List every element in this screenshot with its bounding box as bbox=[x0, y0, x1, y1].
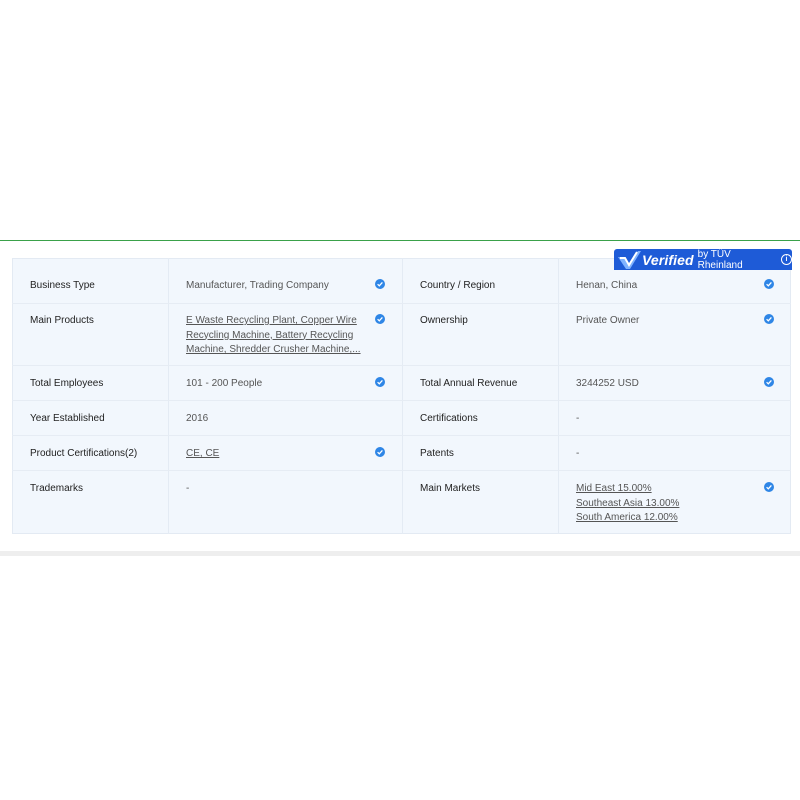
total-annual-revenue-label: Total Annual Revenue bbox=[420, 378, 518, 389]
verified-check-icon bbox=[764, 314, 774, 324]
verified-check-icon bbox=[375, 279, 385, 289]
table-row bbox=[12, 401, 791, 436]
main-products-link[interactable]: Machine, Shredder Crusher Machine,... bbox=[186, 343, 361, 358]
certifications-value: - bbox=[576, 413, 580, 424]
product-certifications-label: Product Certifications(2) bbox=[30, 448, 138, 459]
table-row bbox=[12, 304, 791, 366]
ownership-value: Private Owner bbox=[576, 315, 640, 326]
verified-check-icon bbox=[764, 482, 774, 492]
business-type-label: Business Type bbox=[30, 280, 95, 291]
main-markets-value: Mid East 15.00% Southeast Asia 13.00% So… bbox=[576, 482, 679, 526]
tuv-rheinland-text: by TÜV Rheinland bbox=[697, 248, 743, 271]
market-link[interactable]: Mid East 15.00% bbox=[576, 482, 679, 497]
market-link[interactable]: South America 12.00% bbox=[576, 511, 679, 526]
verified-check-icon bbox=[375, 447, 385, 457]
verified-text: Verified bbox=[642, 251, 694, 268]
country-region-value: Henan, China bbox=[576, 280, 638, 291]
ownership-label: Ownership bbox=[420, 315, 468, 326]
verified-check-icon bbox=[764, 279, 774, 289]
main-products-link[interactable]: Recycling Machine, Battery Recycling bbox=[186, 329, 361, 344]
patents-value: - bbox=[576, 448, 580, 459]
verified-check-mark-icon bbox=[618, 251, 641, 269]
main-products-label: Main Products bbox=[30, 315, 94, 326]
verified-check-icon bbox=[764, 377, 774, 387]
main-products-value: E Waste Recycling Plant, Copper Wire Rec… bbox=[186, 314, 361, 358]
certifications-label: Certifications bbox=[420, 413, 478, 424]
section-bottom-divider bbox=[0, 551, 800, 556]
business-type-value: Manufacturer, Trading Company bbox=[186, 280, 329, 291]
market-link[interactable]: Southeast Asia 13.00% bbox=[576, 497, 679, 512]
country-region-label: Country / Region bbox=[420, 280, 496, 291]
trademarks-label: Trademarks bbox=[30, 483, 83, 494]
year-established-label: Year Established bbox=[30, 413, 105, 424]
info-icon[interactable]: i bbox=[781, 254, 792, 265]
patents-label: Patents bbox=[420, 448, 454, 459]
trademarks-value: - bbox=[186, 483, 190, 494]
verified-by-tuv-badge[interactable]: Verified by TÜV Rheinland i bbox=[614, 248, 792, 271]
main-products-link[interactable]: E Waste Recycling Plant, Copper Wire bbox=[186, 314, 361, 329]
total-employees-label: Total Employees bbox=[30, 378, 104, 389]
total-employees-value: 101 - 200 People bbox=[186, 378, 263, 389]
product-certifications-link[interactable]: CE, CE bbox=[186, 447, 219, 462]
table-row bbox=[12, 366, 791, 401]
section-divider bbox=[0, 240, 800, 241]
year-established-value: 2016 bbox=[186, 413, 209, 424]
total-annual-revenue-value: 3244252 USD bbox=[576, 378, 639, 389]
verified-check-icon bbox=[375, 314, 385, 324]
main-markets-label: Main Markets bbox=[420, 483, 481, 494]
verified-check-icon bbox=[375, 377, 385, 387]
